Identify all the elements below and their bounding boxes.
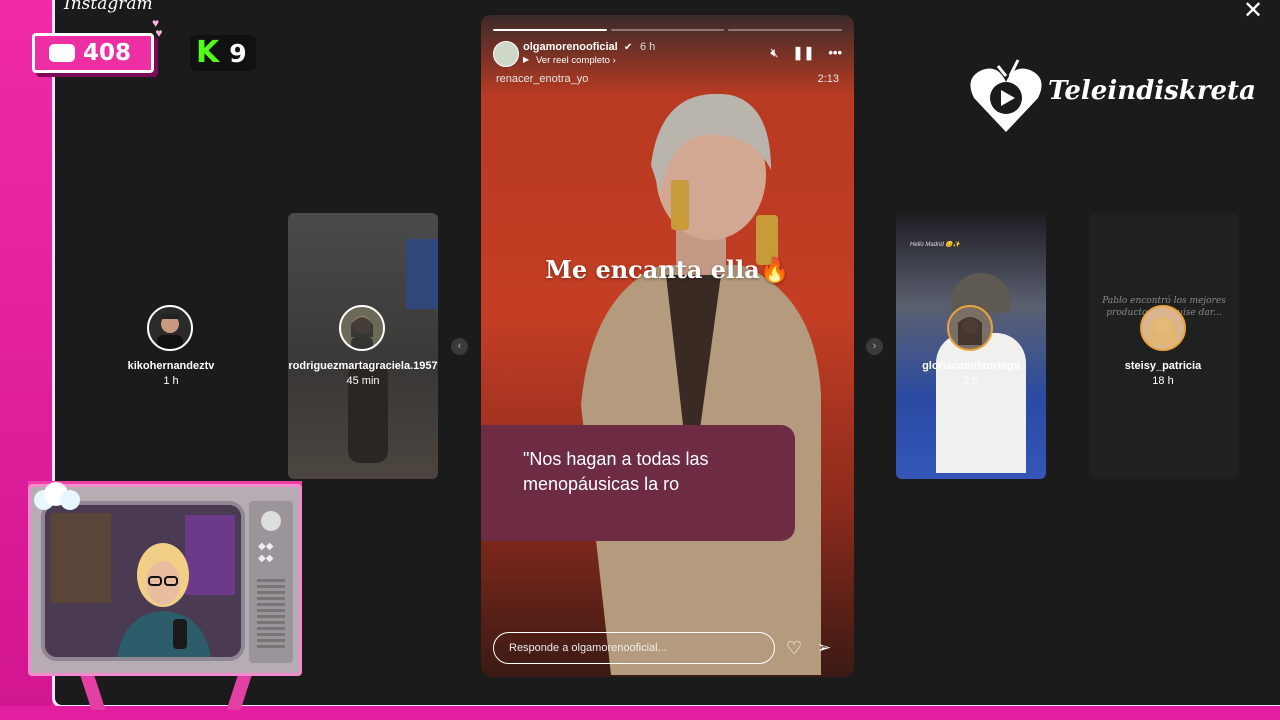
tv-speaker-grille: [257, 579, 285, 649]
chat-viewer-counter: 408: [32, 33, 154, 73]
previous-story-button[interactable]: ‹: [451, 338, 468, 355]
story-author-username[interactable]: olgamorenooficial: [523, 41, 618, 53]
chat-bubble-icon: [49, 44, 75, 62]
story-time: 18 h: [1152, 375, 1174, 387]
tile-caption: Hello Madrid 😊✨: [910, 242, 961, 248]
verified-badge-icon: ✔: [624, 42, 633, 53]
kick-logo-icon: K: [196, 35, 220, 70]
hearts-decoration-icon: ♥ ♥: [152, 16, 163, 40]
story-time: 45 min: [346, 375, 380, 387]
more-options-icon[interactable]: •••: [828, 45, 842, 61]
story-time: 2 h: [963, 375, 979, 387]
tile-jacket-figure: [936, 333, 1026, 473]
chat-count: 408: [83, 40, 132, 66]
mute-icon[interactable]: 🔇︎: [770, 45, 778, 61]
cloud-decoration-icon: [34, 482, 80, 510]
progress-segment: [728, 29, 843, 31]
tv-knob-icon: [261, 511, 281, 531]
progress-segment: [493, 29, 607, 31]
story-header: olgamorenooficial ✔ 6 h ▶ Ver reel compl…: [493, 41, 842, 67]
tv-buttons-icon: ◆◆ ◆◆: [258, 541, 274, 564]
story-avatar-steisy-patricia[interactable]: [1140, 305, 1186, 351]
story-time: 6 h: [640, 41, 656, 53]
kick-count: 9: [229, 38, 247, 68]
avatar-woman-icon: [1148, 317, 1178, 345]
story-controls: 🔇︎ ❚❚ •••: [770, 45, 842, 61]
tile-tv-decoration: [406, 239, 438, 309]
heart-tv-logo-icon: [970, 59, 1042, 132]
story-text-overlay: Me encanta ella🔥: [545, 255, 790, 284]
webcam-screen: [41, 501, 245, 661]
story-time: 1 h: [163, 375, 179, 387]
story-avatar-rodriguezmartagraciela[interactable]: [339, 305, 385, 351]
send-icon[interactable]: ➢: [817, 638, 831, 658]
story-username: rodriguezmartagraciela.1957: [288, 360, 438, 372]
logo-text: Teleindiskreta: [1048, 76, 1256, 106]
progress-segment: [610, 29, 725, 31]
story-avatar-gloriacamilaortega[interactable]: [947, 305, 993, 351]
view-full-reel-link[interactable]: Ver reel completo ›: [536, 55, 616, 66]
reel-link-label: Ver reel completo: [536, 55, 610, 66]
pause-icon[interactable]: ❚❚: [793, 45, 815, 61]
teleindiskreta-logo: Teleindiskreta: [968, 56, 1256, 136]
play-icon: ▶: [523, 55, 530, 64]
story-username: steisy_patricia: [1124, 360, 1202, 372]
story-avatar-kikohernandeztv[interactable]: [147, 305, 193, 351]
story-person-illustration: [581, 93, 821, 675]
current-story[interactable]: olgamorenooficial ✔ 6 h ▶ Ver reel compl…: [481, 15, 854, 677]
avatar-woman-icon: [958, 317, 982, 345]
reply-input[interactable]: Responde a olgamorenooficial...: [493, 632, 775, 664]
story-progress-bar: [493, 29, 843, 31]
tv-control-panel: ◆◆ ◆◆: [249, 501, 293, 663]
webcam-streamer-illustration: [45, 505, 241, 657]
story-quote-box: "Nos hagan a todas las menopáusicas la r…: [481, 425, 795, 541]
next-story-button[interactable]: ›: [866, 338, 883, 355]
kick-viewer-counter: K 9: [190, 35, 256, 71]
instagram-label: Instagram: [64, 0, 153, 14]
avatar-man-icon: [157, 314, 183, 349]
close-icon[interactable]: ✕: [1240, 0, 1266, 23]
story-username: kikohernandeztv: [127, 360, 215, 372]
story-username: gloriacamilaortega: [922, 360, 1020, 372]
avatar-woman-icon: [351, 316, 373, 349]
story-quote-text: "Nos hagan a todas las menopáusicas la r…: [523, 449, 709, 494]
like-heart-icon[interactable]: ♡: [786, 638, 802, 659]
story-author-avatar[interactable]: [493, 41, 519, 67]
stream-frame-bottom: [0, 706, 1280, 720]
